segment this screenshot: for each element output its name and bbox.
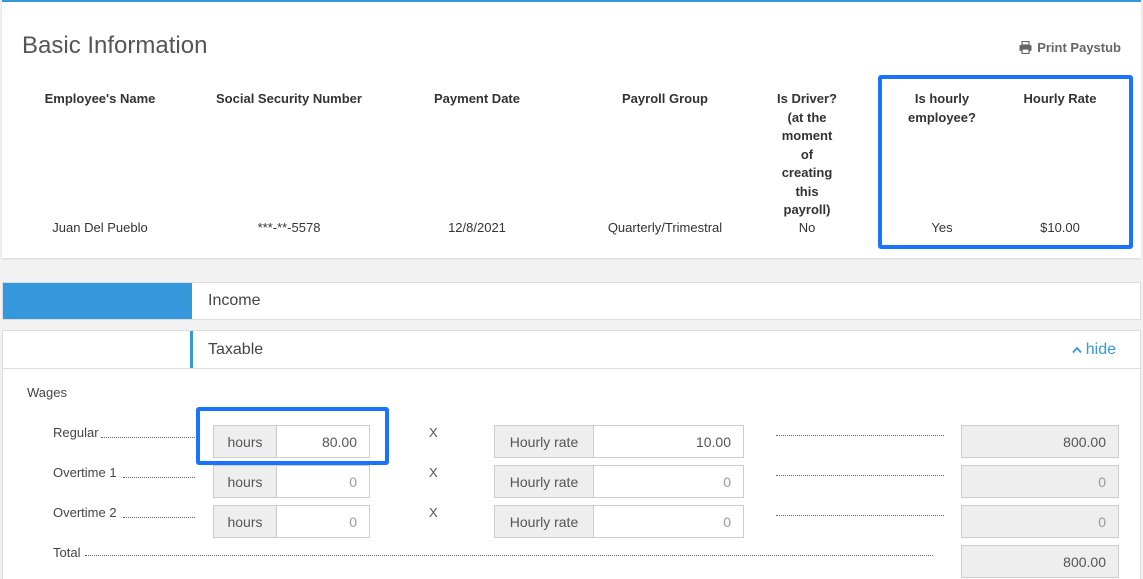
payroll-group-column: Payroll Group Quarterly/Trimestral (587, 90, 743, 235)
overtime-1-rate-input[interactable]: Hourly rate 0 (494, 465, 744, 498)
ssn-column: Social Security Number ***-**-5578 (202, 90, 376, 235)
regular-hours-highlight (196, 407, 389, 465)
regular-rate-input[interactable]: Hourly rate 10.00 (494, 425, 744, 458)
basic-information-card: Basic Information Print Paystub Employee… (2, 0, 1141, 258)
is-driver-header-line: creating (781, 165, 833, 180)
overtime-1-hours-value[interactable]: 0 (277, 466, 369, 497)
chevron-up-icon (1072, 341, 1082, 359)
hourly-rate-addon: Hourly rate (495, 426, 594, 457)
is-driver-header-line: payroll) (783, 202, 831, 217)
ssn-header: Social Security Number (216, 91, 362, 106)
wages-title: Wages (27, 385, 67, 400)
dot-leader (776, 475, 944, 476)
printer-icon (1019, 41, 1032, 54)
is-driver-column: Is Driver? (at the moment of creating th… (762, 90, 852, 235)
hide-label: hide (1085, 341, 1116, 358)
total-label: Total (53, 545, 81, 560)
payment-date-column: Payment Date 12/8/2021 (407, 90, 547, 235)
hourly-info-highlight (878, 75, 1133, 249)
hours-addon: hours (214, 506, 277, 537)
is-driver-header-line: moment (781, 128, 833, 143)
regular-rate-value[interactable]: 10.00 (594, 426, 743, 457)
taxable-label: Taxable (208, 341, 264, 358)
wages-panel: Wages Regular hours 80.00 X Hourly rate … (2, 369, 1141, 579)
is-driver-header-line: Is Driver? (777, 91, 837, 106)
overtime-2-hours-value[interactable]: 0 (277, 506, 369, 537)
payroll-group-header: Payroll Group (622, 91, 708, 106)
payment-date-header: Payment Date (434, 91, 520, 106)
print-paystub-button[interactable]: Print Paystub (1019, 40, 1121, 55)
hourly-rate-addon: Hourly rate (495, 466, 594, 497)
overtime-2-total: 0 (961, 505, 1119, 538)
dot-leader (85, 555, 933, 556)
print-paystub-label: Print Paystub (1037, 40, 1121, 55)
income-accent-block (3, 283, 192, 319)
payment-date-value: 12/8/2021 (448, 220, 506, 235)
times-sign: X (429, 425, 438, 440)
employee-name-value: Juan Del Pueblo (52, 220, 148, 235)
overtime-1-hours-input[interactable]: hours 0 (213, 465, 370, 498)
wages-total: 800.00 (961, 545, 1119, 578)
employee-name-column: Employee's Name Juan Del Pueblo (22, 90, 178, 235)
dot-leader (776, 515, 944, 516)
dot-leader (123, 517, 195, 518)
taxable-accent-line (190, 331, 193, 368)
times-sign: X (429, 465, 438, 480)
taxable-section-header: Taxable hide (2, 330, 1141, 369)
page-title: Basic Information (22, 32, 208, 59)
overtime-2-rate-value[interactable]: 0 (594, 506, 743, 537)
overtime-1-total: 0 (961, 465, 1119, 498)
dot-leader (776, 435, 944, 436)
overtime-2-hours-input[interactable]: hours 0 (213, 505, 370, 538)
hide-toggle[interactable]: hide (1072, 341, 1116, 359)
overtime-2-rate-input[interactable]: Hourly rate 0 (494, 505, 744, 538)
income-label: Income (208, 292, 261, 309)
dot-leader (101, 437, 195, 438)
ssn-value: ***-**-5578 (257, 220, 321, 235)
employee-name-header: Employee's Name (44, 91, 156, 106)
dot-leader (123, 477, 195, 478)
hourly-rate-addon: Hourly rate (495, 506, 594, 537)
is-driver-header-line: (at the (787, 109, 827, 125)
income-section-header[interactable]: Income (2, 282, 1141, 320)
hours-addon: hours (214, 466, 277, 497)
is-driver-value: No (798, 220, 816, 235)
is-driver-header-line: of (800, 146, 814, 162)
overtime-1-rate-value[interactable]: 0 (594, 466, 743, 497)
is-driver-header-line: this (795, 183, 819, 199)
times-sign: X (429, 505, 438, 520)
payroll-group-value: Quarterly/Trimestral (607, 220, 723, 235)
regular-total: 800.00 (961, 425, 1119, 458)
